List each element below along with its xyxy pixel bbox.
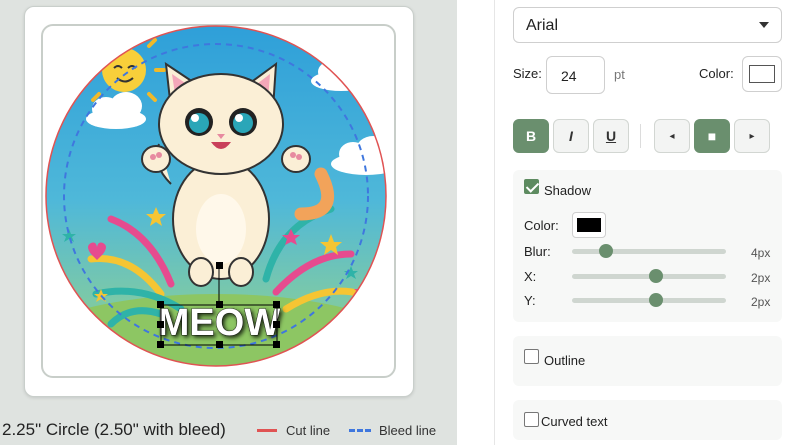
y-offset-slider[interactable] xyxy=(572,293,726,307)
text-color-swatch xyxy=(749,65,775,83)
blur-value: 4px xyxy=(751,246,771,260)
bold-button[interactable]: B xyxy=(513,119,549,153)
size-label: Size: xyxy=(513,66,542,81)
font-size-input[interactable]: 24 xyxy=(546,56,605,94)
panel-gutter xyxy=(457,0,494,445)
align-center-button[interactable]: ■ xyxy=(694,119,730,153)
x-offset-slider[interactable] xyxy=(572,269,726,283)
curved-text-checkbox[interactable] xyxy=(524,412,539,427)
cut-line-swatch xyxy=(257,429,277,432)
italic-button[interactable]: I xyxy=(553,119,589,153)
sticker-preview[interactable]: MEOW xyxy=(41,24,396,378)
blur-slider-handle[interactable] xyxy=(599,244,613,258)
size-unit-label: pt xyxy=(614,67,625,82)
bleed-line-label: Bleed line xyxy=(379,423,437,438)
font-family-value: Arial xyxy=(526,17,559,34)
x-offset-value: 2px xyxy=(751,271,771,285)
blur-slider[interactable] xyxy=(572,244,726,258)
shadow-color-swatch xyxy=(577,218,601,232)
y-offset-value: 2px xyxy=(751,295,771,309)
shadow-color-label: Color: xyxy=(524,218,559,233)
x-offset-slider-handle[interactable] xyxy=(649,269,663,283)
curved-text-label: Curved text xyxy=(541,414,608,429)
align-right-button[interactable]: ▸ xyxy=(734,119,770,153)
bleed-line-swatch xyxy=(349,429,371,432)
align-left-button[interactable]: ◂ xyxy=(654,119,690,153)
shadow-color-picker[interactable] xyxy=(572,212,606,238)
blur-label: Blur: xyxy=(524,244,551,259)
chevron-down-icon xyxy=(759,22,769,28)
y-offset-slider-handle[interactable] xyxy=(649,293,663,307)
shadow-label: Shadow xyxy=(544,183,591,198)
cut-line-label: Cut line xyxy=(286,423,331,438)
font-family-select[interactable]: Arial xyxy=(513,7,782,43)
bleed-line-legend: Bleed line xyxy=(349,423,436,438)
outline-checkbox[interactable] xyxy=(524,349,539,364)
size-caption: 2.25" Circle (2.50" with bleed) xyxy=(2,420,226,439)
text-color-picker[interactable] xyxy=(742,56,782,92)
x-offset-label: X: xyxy=(524,269,537,284)
shadow-checkbox[interactable] xyxy=(524,179,539,194)
y-offset-label: Y: xyxy=(524,293,536,308)
outline-label: Outline xyxy=(544,353,586,368)
meow-text[interactable]: MEOW xyxy=(157,302,281,345)
color-label: Color: xyxy=(699,66,734,81)
cut-line-legend: Cut line xyxy=(257,423,330,438)
underline-button[interactable]: U xyxy=(593,119,629,153)
toolbar-divider xyxy=(640,124,641,148)
